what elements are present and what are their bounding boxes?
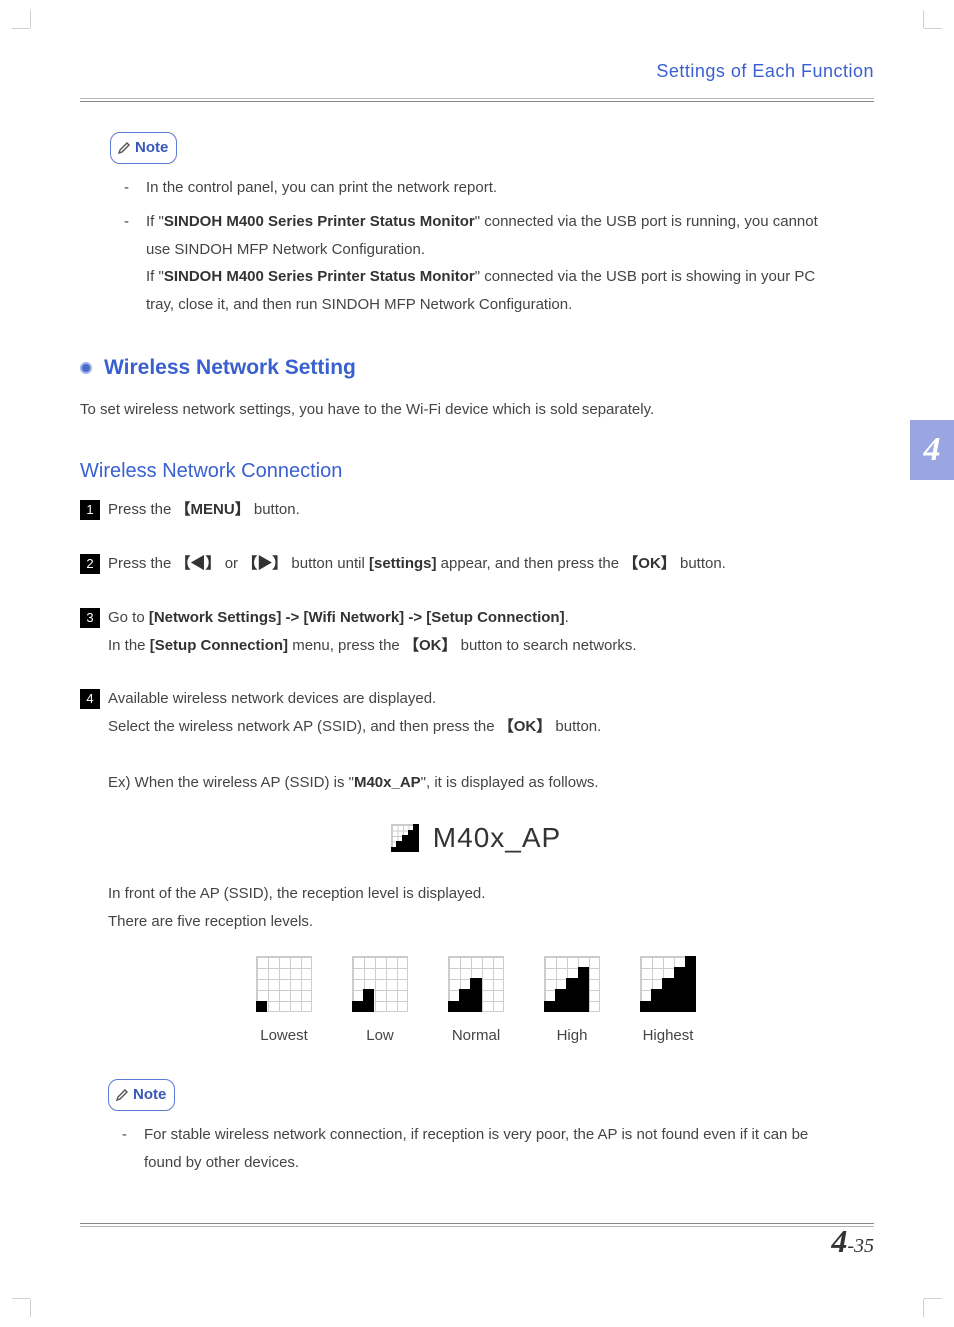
- step-body: Go to [Network Settings] -> [Wifi Networ…: [108, 604, 844, 660]
- signal-lowest-icon: [256, 956, 312, 1012]
- signal-normal-icon: [448, 956, 504, 1012]
- step-badge-icon: 3: [80, 608, 100, 628]
- pencil-icon: [115, 1088, 129, 1102]
- step-body: Press the 【◀】 or 【▶】 button until [setti…: [108, 550, 844, 578]
- step-badge-icon: 4: [80, 689, 100, 709]
- step: 1 Press the 【MENU】 button.: [80, 496, 844, 524]
- pencil-icon: [117, 141, 131, 155]
- step: 4 Available wireless network devices are…: [80, 685, 844, 1182]
- ap-ssid: M40x_AP: [433, 812, 561, 864]
- note-item: - In the control panel, you can print th…: [124, 174, 844, 202]
- note-item: - For stable wireless network connection…: [122, 1121, 844, 1177]
- ap-display-example: M40x_AP: [108, 812, 844, 864]
- note-label: Note: [133, 1081, 166, 1109]
- signal-highest-icon: [640, 956, 696, 1012]
- step-body: Available wireless network devices are d…: [108, 685, 844, 1182]
- section-heading: Wireless Network Setting: [80, 349, 844, 388]
- header-rule: [80, 98, 874, 102]
- note-badge: Note: [110, 132, 177, 164]
- level-item: Lowest: [256, 956, 312, 1050]
- bullet-dot-icon: [80, 362, 92, 374]
- footer-rule: [80, 1223, 874, 1227]
- level-label: Lowest: [256, 1022, 312, 1050]
- level-label: High: [544, 1022, 600, 1050]
- note-label: Note: [135, 134, 168, 162]
- note-item-text: In the control panel, you can print the …: [146, 174, 844, 202]
- level-item: Normal: [448, 956, 504, 1050]
- level-item: Low: [352, 956, 408, 1050]
- level-label: Highest: [640, 1022, 696, 1050]
- level-label: Normal: [448, 1022, 504, 1050]
- chapter-tab: 4: [910, 420, 954, 480]
- page-number: 4-35: [831, 1212, 874, 1271]
- section-heading-text: Wireless Network Setting: [104, 349, 356, 388]
- step-badge-icon: 2: [80, 554, 100, 574]
- level-item: Highest: [640, 956, 696, 1050]
- page-header-title: Settings of Each Function: [80, 55, 874, 88]
- reception-levels-row: Lowest Low Normal High: [108, 956, 844, 1050]
- signal-low-icon: [352, 956, 408, 1012]
- section-intro: To set wireless network settings, you ha…: [80, 396, 844, 424]
- step-badge-icon: 1: [80, 500, 100, 520]
- signal-icon: [391, 824, 419, 852]
- subsection-heading: Wireless Network Connection: [80, 453, 844, 490]
- level-item: High: [544, 956, 600, 1050]
- step: 2 Press the 【◀】 or 【▶】 button until [set…: [80, 550, 844, 578]
- note-item-text: For stable wireless network connection, …: [144, 1121, 844, 1177]
- note-badge: Note: [108, 1079, 175, 1111]
- signal-high-icon: [544, 956, 600, 1012]
- level-label: Low: [352, 1022, 408, 1050]
- note-item: - If "SINDOH M400 Series Printer Status …: [124, 208, 844, 319]
- step-body: Press the 【MENU】 button.: [108, 496, 844, 524]
- note-item-text: If "SINDOH M400 Series Printer Status Mo…: [146, 208, 844, 319]
- step: 3 Go to [Network Settings] -> [Wifi Netw…: [80, 604, 844, 660]
